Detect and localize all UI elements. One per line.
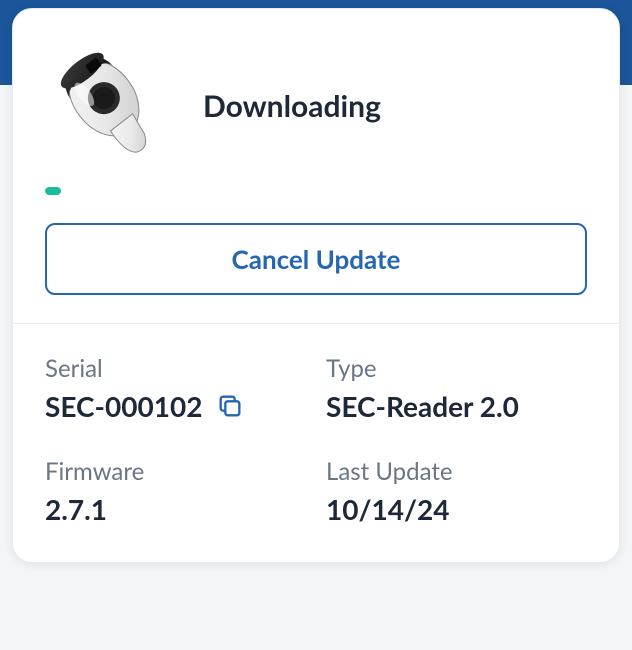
device-card: Downloading Cancel Update Serial SEC-000… <box>12 8 620 563</box>
cancel-update-button[interactable]: Cancel Update <box>45 223 587 295</box>
info-value: 2.7.1 <box>45 492 306 526</box>
device-info-grid: Serial SEC-000102 Type SEC-Reader 2.0 Fi… <box>13 324 619 562</box>
progress-bar <box>45 187 587 195</box>
info-value: SEC-000102 <box>45 389 202 423</box>
status-text: Downloading <box>203 88 381 124</box>
info-value: SEC-Reader 2.0 <box>326 389 587 423</box>
card-status-section: Downloading Cancel Update <box>13 9 619 323</box>
info-value: 10/14/24 <box>326 492 587 526</box>
info-label: Serial <box>45 354 306 383</box>
info-type: Type SEC-Reader 2.0 <box>326 354 587 423</box>
info-last-update: Last Update 10/14/24 <box>326 457 587 526</box>
info-label: Type <box>326 354 587 383</box>
info-label: Last Update <box>326 457 587 486</box>
device-scanner-icon <box>45 41 175 171</box>
status-row: Downloading <box>45 41 587 171</box>
progress-fill <box>45 187 61 195</box>
copy-icon[interactable] <box>216 392 244 420</box>
info-serial: Serial SEC-000102 <box>45 354 306 423</box>
info-firmware: Firmware 2.7.1 <box>45 457 306 526</box>
info-label: Firmware <box>45 457 306 486</box>
